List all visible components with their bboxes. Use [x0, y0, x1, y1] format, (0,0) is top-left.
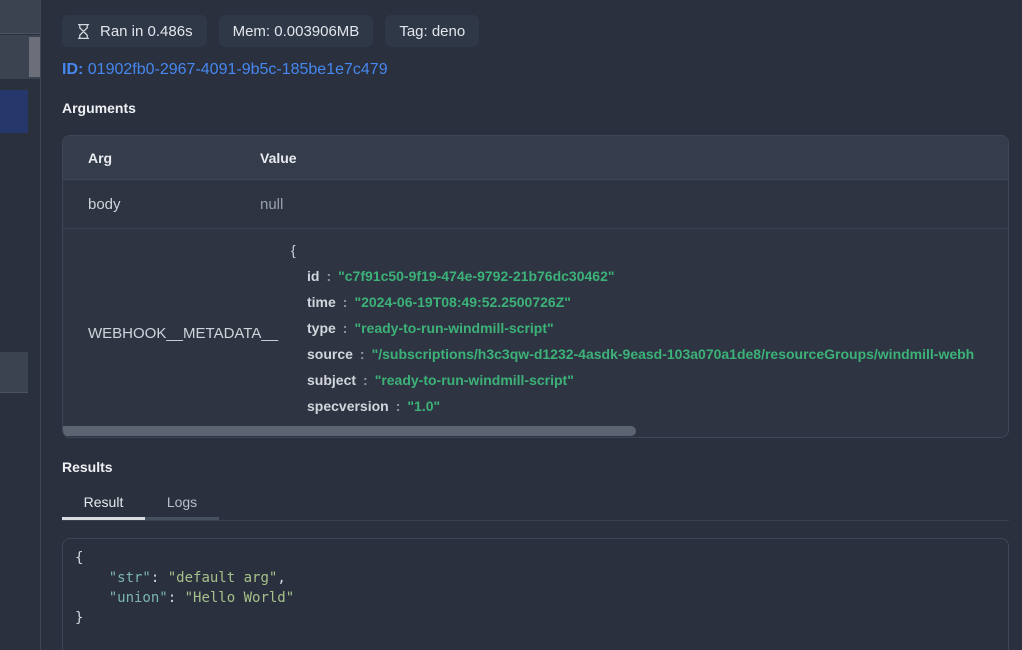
- column-header-arg: Arg: [63, 150, 260, 166]
- run-detail-main: Ran in 0.486s Mem: 0.003906MB Tag: deno …: [41, 0, 1022, 650]
- runtime-badge-label: Ran in 0.486s: [100, 23, 193, 40]
- result-json-panel: { "str": "default arg", "union": "Hello …: [62, 538, 1009, 650]
- table-row: WEBHOOK__METADATA__ { id: "c7f91c50-9f19-…: [63, 229, 1008, 437]
- json-colon: :: [396, 398, 401, 414]
- results-tabs: Result Logs: [62, 488, 1009, 521]
- left-rail: [0, 0, 41, 650]
- result-close-brace: }: [75, 610, 83, 626]
- tab-result[interactable]: Result: [62, 488, 145, 520]
- result-entry: "union": "Hello World": [75, 590, 294, 606]
- json-colon: :: [343, 294, 348, 310]
- arguments-title: Arguments: [62, 100, 1009, 116]
- arg-name: WEBHOOK__METADATA__: [63, 325, 260, 342]
- left-rail-item: [0, 352, 28, 393]
- run-id-line: ID: 01902fb0-2967-4091-9b5c-185be1e7c479: [62, 61, 1009, 79]
- json-key: time: [307, 294, 336, 310]
- json-colon: :: [326, 268, 331, 284]
- json-field: specversion: "1.0": [260, 393, 1008, 419]
- indent: [75, 570, 109, 586]
- json-open-brace: {: [260, 237, 1008, 263]
- json-colon: :: [343, 320, 348, 336]
- json-field: subject: "ready-to-run-windmill-script": [260, 367, 1008, 393]
- run-detail-page: Ran in 0.486s Mem: 0.003906MB Tag: deno …: [0, 0, 1022, 650]
- arguments-table-header: Arg Value: [63, 136, 1008, 180]
- json-field: source: "/subscriptions/h3c3qw-d1232-4asd…: [260, 341, 1008, 367]
- indent: [75, 590, 109, 606]
- runtime-badge: Ran in 0.486s: [62, 15, 207, 47]
- result-colon: :: [151, 570, 168, 586]
- result-key: "union": [109, 590, 168, 606]
- result-key: "str": [109, 570, 151, 586]
- json-colon: :: [363, 372, 368, 388]
- json-string-value: "ready-to-run-windmill-script": [354, 320, 553, 336]
- json-field: time: "2024-06-19T08:49:52.2500726Z": [260, 289, 1008, 315]
- json-key: subject: [307, 372, 356, 388]
- left-rail-selected-item[interactable]: [0, 90, 28, 133]
- left-rail-item: [0, 0, 40, 34]
- result-string-value: "Hello World": [185, 590, 295, 606]
- json-colon: :: [360, 346, 365, 362]
- json-key: specversion: [307, 398, 389, 414]
- arg-value: null: [260, 196, 283, 213]
- memory-badge-label: Mem: 0.003906MB: [233, 23, 360, 40]
- result-json-viewer: { "str": "default arg", "union": "Hello …: [63, 539, 1008, 637]
- arguments-table: Arg Value body null WEBHOOK__METADATA__ …: [62, 135, 1009, 438]
- json-field: type: "ready-to-run-windmill-script": [260, 315, 1008, 341]
- result-comma: ,: [277, 570, 285, 586]
- hourglass-icon: [76, 23, 91, 40]
- result-colon: :: [168, 590, 185, 606]
- result-entry: "str": "default arg",: [75, 570, 286, 586]
- left-rail-scrollbar-thumb[interactable]: [29, 37, 40, 77]
- json-object-viewer: { id: "c7f91c50-9f19-474e-9792-21b76dc304…: [260, 229, 1008, 437]
- results-title: Results: [62, 459, 1009, 475]
- json-key: id: [307, 268, 319, 284]
- run-id-value[interactable]: 01902fb0-2967-4091-9b5c-185be1e7c479: [88, 61, 388, 78]
- result-open-brace: {: [75, 550, 83, 566]
- column-header-value: Value: [260, 150, 297, 166]
- json-string-value: "/subscriptions/h3c3qw-d1232-4asdk-9easd…: [372, 346, 975, 362]
- horizontal-scrollbar-thumb[interactable]: [63, 426, 636, 436]
- memory-badge: Mem: 0.003906MB: [219, 15, 374, 47]
- table-row: body null: [63, 180, 1008, 229]
- json-field: id: "c7f91c50-9f19-474e-9792-21b76dc30462…: [260, 263, 1008, 289]
- tab-logs[interactable]: Logs: [145, 488, 219, 520]
- json-key: source: [307, 346, 353, 362]
- result-string-value: "default arg": [168, 570, 278, 586]
- json-string-value: "2024-06-19T08:49:52.2500726Z": [354, 294, 570, 310]
- tag-badge-label: Tag: deno: [399, 23, 465, 40]
- tag-badge: Tag: deno: [385, 15, 479, 47]
- arg-name: body: [63, 196, 260, 213]
- json-string-value: "c7f91c50-9f19-474e-9792-21b76dc30462": [338, 268, 614, 284]
- run-badges: Ran in 0.486s Mem: 0.003906MB Tag: deno: [62, 15, 1009, 47]
- json-string-value: "ready-to-run-windmill-script": [375, 372, 574, 388]
- run-id-label: ID:: [62, 61, 83, 78]
- json-key: type: [307, 320, 336, 336]
- json-string-value: "1.0": [407, 398, 440, 414]
